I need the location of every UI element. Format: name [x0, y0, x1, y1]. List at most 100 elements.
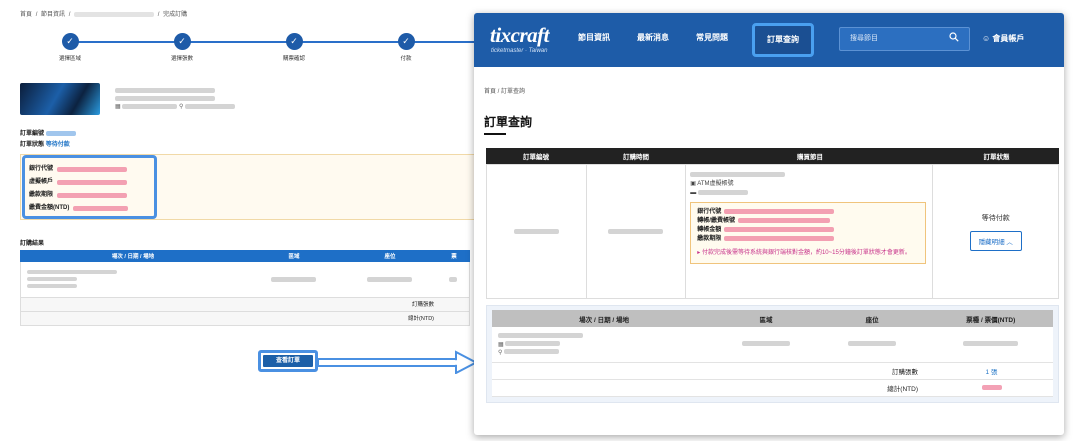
atm-field-label: 繳款期限 [697, 236, 722, 242]
order-time-cell [587, 165, 687, 298]
breadcrumb: 首頁 / 節目資訊 / / 完成訂購 [20, 9, 189, 18]
program-cell: ▣ ATM虛擬帳號 ▬ 銀行代號 轉帳/繳費帳號 轉帳金額 繳款期限 ▸ 付款完… [686, 165, 934, 298]
arrow-icon [318, 350, 478, 374]
atm-icon: ▣ [690, 181, 696, 187]
logo-subtitle: ticketmaster · Taiwan [491, 48, 548, 54]
status-cell: 等待付款 隱藏明細 ︿ [933, 165, 1058, 298]
breadcrumb-home[interactable]: 首頁 [20, 12, 32, 18]
member-account-link[interactable]: ☺ 會員帳戶 [982, 33, 1024, 44]
view-order-button[interactable]: 查看訂單 [258, 350, 318, 372]
col-header: 區域 [759, 316, 773, 324]
pay-row: 銀行代號 [29, 163, 150, 176]
breadcrumb-program[interactable]: 節目資訊 [41, 12, 65, 18]
check-icon: ✓ [173, 33, 191, 50]
hide-details-button[interactable]: 隱藏明細 ︿ [969, 230, 1022, 251]
background-order-complete-page: 首頁 / 節目資訊 / / 完成訂購 ✓ 選擇區域 ✓ 選擇張數 ✓ 購票確認 ✓ 付款… [0, 0, 490, 441]
blurred-value [737, 217, 830, 223]
result-table-header: 場次 / 日期 / 場地 區域 座位 票 [20, 250, 470, 262]
pay-label: 銀行代號 [29, 166, 54, 172]
step-label: 選擇區域 [58, 56, 81, 62]
atm-field-label: 銀行代號 [697, 209, 722, 215]
pay-row: 虛擬帳戶 [29, 176, 150, 189]
atm-field-label: 轉帳/繳費帳號 [697, 218, 735, 224]
ticket-count-row: 訂購張數 1 張 [492, 363, 1053, 380]
col-header: 場次 / 日期 / 場地 [111, 254, 155, 260]
check-icon: ✓ [397, 33, 415, 50]
calendar-icon: ▦ [115, 104, 121, 110]
pay-row: 繳款期限 [29, 189, 150, 202]
col-header: 訂單編號 [523, 154, 549, 161]
col-header: 座位 [384, 254, 396, 260]
blurred-value [57, 167, 128, 172]
col-header: 場次 / 日期 / 場地 [579, 316, 630, 324]
table-row [20, 262, 470, 298]
result-title: 訂購結果 [20, 241, 45, 247]
blurred-value [724, 235, 835, 241]
col-header: 票 [451, 254, 457, 260]
payment-info-highlight: 銀行代號 虛擬帳戶 繳款期限 繳費金額(NTD) [22, 155, 157, 219]
step-1: ✓ 選擇區域 [30, 33, 110, 62]
progress-steps: ✓ 選擇區域 ✓ 選擇張數 ✓ 購票確認 ✓ 付款 [30, 33, 490, 63]
payment-note-text: 付款完成後需等待系統與銀行端核對金額，約10~15分鐘後訂單狀態才會更新。 [701, 250, 911, 256]
col-header: 區域 [288, 254, 300, 260]
order-table: 訂單編號 訂購時間 購買節目 訂單狀態 ▣ ATM虛擬帳號 ▬ 銀行代號 轉帳/… [486, 148, 1059, 299]
order-no-cell [487, 165, 587, 298]
atm-info-box: 銀行代號 轉帳/繳費帳號 轉帳金額 繳款期限 ▸ 付款完成後需等待系統與銀行端核… [690, 202, 927, 264]
event-thumbnail [20, 83, 100, 115]
col-header: 購買節目 [797, 154, 823, 161]
atm-field-label: 轉帳金額 [697, 227, 722, 233]
search-icon[interactable] [949, 32, 959, 42]
order-no-label: 訂單編號 [20, 131, 45, 137]
total-row: 總計(NTD) [20, 312, 470, 326]
calendar-icon: ▦ [498, 341, 504, 348]
ticket-count-row: 訂購張數 [20, 298, 470, 312]
nav-order-inquiry[interactable]: 訂單查詢 [752, 23, 814, 57]
order-inquiry-window: tixcraft ticketmaster · Taiwan 節目資訊 最新消息… [474, 13, 1064, 435]
step-4: ✓ 付款 [366, 33, 446, 62]
top-navbar: tixcraft ticketmaster · Taiwan 節目資訊 最新消息… [474, 13, 1064, 67]
event-summary: ▦ ⚲ [20, 83, 460, 123]
view-order-label: 查看訂單 [263, 355, 313, 367]
title-underline [484, 133, 506, 135]
blurred-value [724, 208, 835, 214]
order-no-row: 訂單編號 [20, 128, 76, 137]
breadcrumb-sep: / [35, 12, 38, 18]
order-status: 等待付款 [981, 214, 1010, 222]
breadcrumb-current: 完成訂購 [163, 12, 188, 18]
order-status-label: 訂單狀態 [20, 142, 45, 148]
order-row: ▣ ATM虛擬帳號 ▬ 銀行代號 轉帳/繳費帳號 轉帳金額 繳款期限 ▸ 付款完… [486, 164, 1059, 299]
col-header: 訂購時間 [623, 154, 649, 161]
blurred-event-name [74, 11, 155, 17]
order-table-header: 訂單編號 訂購時間 購買節目 訂單狀態 [486, 148, 1059, 164]
nav-programs[interactable]: 節目資訊 [578, 32, 610, 43]
total-value [930, 385, 1053, 392]
blurred-value [73, 206, 129, 211]
breadcrumb-sep: / [157, 12, 160, 18]
location-icon: ⚲ [179, 104, 184, 110]
nav-faq[interactable]: 常見問題 [696, 32, 728, 43]
nav-news[interactable]: 最新消息 [637, 32, 669, 43]
result-table: 場次 / 日期 / 場地 區域 座位 票 訂購張數 總計(NTD) [20, 250, 470, 326]
location-icon: ⚲ [498, 349, 503, 356]
ticket-count-label: 訂購張數 [892, 369, 918, 376]
member-label: 會員帳戶 [992, 34, 1025, 43]
check-icon: ✓ [285, 33, 303, 50]
blurred-value [724, 226, 835, 232]
blurred-order-no [45, 130, 76, 136]
step-label: 選擇張數 [170, 56, 193, 62]
tixcraft-logo[interactable]: tixcraft [490, 23, 550, 48]
payment-note: ▸ 付款完成後需等待系統與銀行端核對金額，約10~15分鐘後訂單狀態才會更新。 [697, 250, 911, 256]
total-label: 總計(NTD) [887, 386, 918, 393]
pay-label: 繳款期限 [29, 192, 54, 198]
step-label: 付款 [400, 56, 412, 62]
order-detail-subtable: 場次 / 日期 / 場地 區域 座位 票種 / 票價(NTD) ▦ ⚲ 訂購張數… [486, 305, 1059, 403]
pay-label: 繳費金額(NTD) [29, 205, 70, 211]
user-icon: ☺ [982, 34, 991, 43]
col-header: 訂單狀態 [983, 154, 1010, 161]
page-title: 訂單查詢 [484, 115, 533, 129]
pay-label: 虛擬帳戶 [29, 179, 54, 185]
breadcrumb: 首頁 / 訂單查詢 [484, 89, 526, 95]
ticket-count-value: 1 張 [985, 369, 998, 376]
order-status-value: 等待付款 [45, 142, 70, 148]
table-row: ▦ ⚲ [492, 327, 1053, 363]
